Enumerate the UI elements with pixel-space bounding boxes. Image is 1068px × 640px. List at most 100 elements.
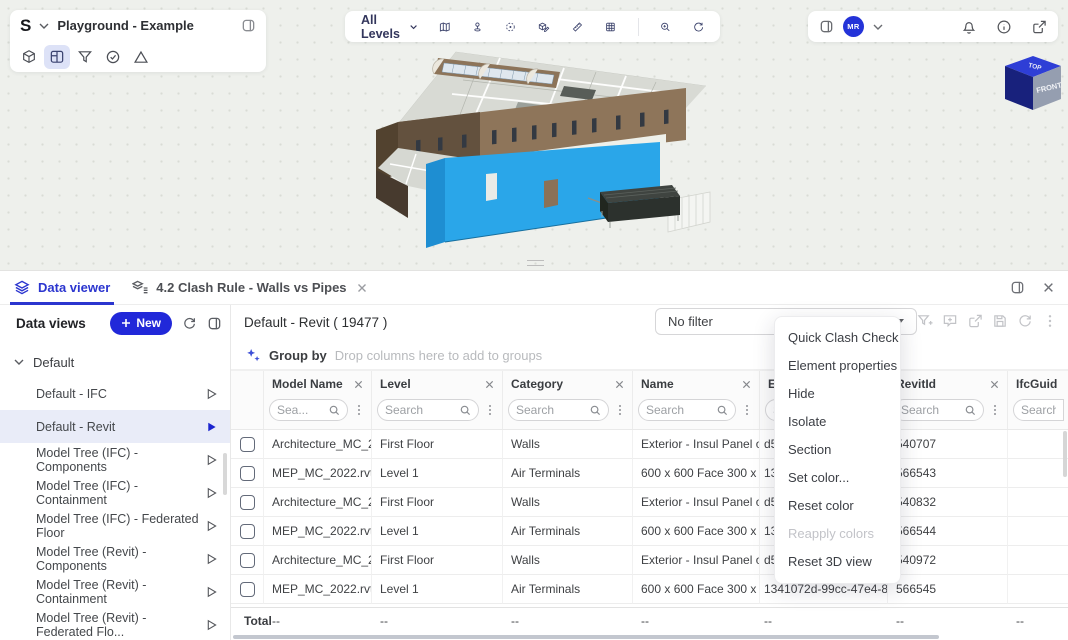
add-comment-icon[interactable] [942, 313, 958, 329]
column-search-input[interactable] [377, 399, 479, 421]
menu-item-isolate[interactable]: Isolate [775, 408, 900, 436]
collapse-sidebar-icon[interactable] [207, 316, 222, 331]
row-checkbox[interactable] [231, 488, 264, 517]
map-icon[interactable] [439, 19, 451, 35]
reset-view-icon[interactable] [693, 19, 704, 35]
triangle-tool-button[interactable] [128, 45, 154, 69]
sidebar-item-tree-ifc-containment[interactable]: Model Tree (IFC) - Containment [0, 476, 230, 509]
refresh-icon[interactable] [1017, 313, 1033, 329]
refresh-views-icon[interactable] [182, 316, 197, 331]
play-icon[interactable] [206, 619, 217, 631]
play-icon-active[interactable] [206, 421, 217, 433]
table-row[interactable]: MEP_MC_2022.rvt Level 1 Air Terminals 60… [231, 575, 1068, 604]
tree-group-default[interactable]: Default [0, 347, 230, 377]
avatar[interactable]: MR [843, 16, 864, 37]
row-checkbox[interactable] [231, 459, 264, 488]
column-menu-icon[interactable] [479, 404, 498, 416]
share-icon[interactable] [1031, 19, 1047, 35]
panel-toggle-icon[interactable] [1010, 280, 1025, 295]
sidebar-item-default-revit[interactable]: Default - Revit [0, 410, 230, 443]
sidebar-item-tree-ifc-components[interactable]: Model Tree (IFC) - Components [0, 443, 230, 476]
remove-column-icon[interactable] [485, 380, 494, 389]
sidebar-item-tree-ifc-federated[interactable]: Model Tree (IFC) - Federated Floor [0, 509, 230, 542]
column-header-category[interactable]: Category [503, 371, 633, 397]
column-header-level[interactable]: Level [372, 371, 503, 397]
play-icon[interactable] [206, 520, 217, 532]
row-checkbox[interactable] [231, 517, 264, 546]
table-row[interactable]: MEP_MC_2022.rvt Level 1 Air Terminals 60… [231, 459, 1068, 488]
column-search-input[interactable] [893, 399, 984, 421]
column-menu-icon[interactable] [348, 404, 367, 416]
menu-item-reset-3d-view[interactable]: Reset 3D view [775, 548, 900, 576]
column-menu-icon[interactable] [736, 404, 755, 416]
menu-item-hide[interactable]: Hide [775, 380, 900, 408]
navigation-cube[interactable]: TOP FRONT [1002, 54, 1068, 116]
info-icon[interactable] [996, 19, 1012, 35]
menu-item-set-color[interactable]: Set color... [775, 464, 900, 492]
sidebar-item-tree-revit-containment[interactable]: Model Tree (Revit) - Containment [0, 575, 230, 608]
add-filter-icon[interactable] [917, 313, 933, 329]
tab-clash-rule[interactable]: 4.2 Clash Rule - Walls vs Pipes [128, 271, 370, 304]
panel-toggle-icon[interactable] [241, 18, 256, 33]
close-panel-icon[interactable] [1043, 282, 1054, 293]
menu-item-quick-clash-check[interactable]: Quick Clash Check [775, 324, 900, 352]
play-icon[interactable] [206, 454, 217, 466]
play-icon[interactable] [206, 586, 217, 598]
row-checkbox[interactable] [231, 546, 264, 575]
cube-tool-button[interactable] [16, 45, 42, 69]
column-search-input[interactable] [269, 399, 348, 421]
remove-column-icon[interactable] [354, 380, 363, 389]
column-header-model-name[interactable]: Model Name [264, 371, 372, 397]
panel-resize-handle[interactable] [527, 260, 544, 266]
horizontal-scrollbar[interactable] [233, 635, 939, 639]
row-checkbox[interactable] [231, 575, 264, 604]
levels-dropdown[interactable]: All Levels [361, 13, 417, 41]
column-search-input[interactable] [638, 399, 736, 421]
focus-icon[interactable] [505, 19, 516, 35]
remove-column-icon[interactable] [990, 380, 999, 389]
section-panel-button[interactable] [44, 45, 70, 69]
kebab-menu-icon[interactable] [1042, 313, 1058, 329]
column-menu-icon[interactable] [609, 404, 628, 416]
menu-item-section[interactable]: Section [775, 436, 900, 464]
save-icon[interactable] [992, 313, 1008, 329]
sidebar-scrollbar[interactable] [223, 453, 227, 495]
remove-column-icon[interactable] [615, 380, 624, 389]
play-icon[interactable] [206, 388, 217, 400]
column-menu-icon[interactable] [984, 404, 1003, 416]
bell-icon[interactable] [961, 19, 977, 35]
column-search-input[interactable] [508, 399, 609, 421]
vertical-scrollbar[interactable] [1063, 431, 1067, 477]
filter-tool-button[interactable] [72, 45, 98, 69]
column-header-revitid[interactable]: RevitId [888, 371, 1008, 397]
sidebar-item-default-ifc[interactable]: Default - IFC [0, 377, 230, 410]
sidebar-item-tree-revit-federated[interactable]: Model Tree (Revit) - Federated Flo... [0, 608, 230, 640]
table-row[interactable]: Architecture_MC_2022.rvt First Floor Wal… [231, 546, 1068, 575]
ruler-icon[interactable] [572, 19, 583, 35]
chevron-down-icon[interactable] [873, 24, 883, 30]
export-icon[interactable] [967, 313, 983, 329]
grid-table-icon[interactable] [605, 19, 616, 35]
cube-edit-icon[interactable] [538, 19, 550, 35]
column-header-ifcguid[interactable]: IfcGuid [1008, 371, 1068, 397]
tab-data-viewer[interactable]: Data viewer [10, 271, 114, 304]
table-row[interactable]: Architecture_MC_2022.rvt First Floor Wal… [231, 488, 1068, 517]
menu-item-element-properties[interactable]: Element properties [775, 352, 900, 380]
zoom-area-icon[interactable] [660, 19, 671, 35]
row-checkbox[interactable] [231, 430, 264, 459]
validate-tool-button[interactable] [100, 45, 126, 69]
menu-item-reset-color[interactable]: Reset color [775, 492, 900, 520]
table-row[interactable]: MEP_MC_2022.rvt Level 1 Air Terminals 60… [231, 517, 1068, 546]
panel-toggle-icon[interactable] [819, 19, 834, 34]
placement-pin-icon[interactable] [472, 19, 483, 35]
new-view-button[interactable]: New [110, 312, 172, 335]
sidebar-item-tree-revit-components[interactable]: Model Tree (Revit) - Components [0, 542, 230, 575]
group-by-bar[interactable]: Group by Drop columns here to add to gro… [231, 341, 1068, 370]
app-logo[interactable]: S [20, 16, 31, 36]
column-header-name[interactable]: Name [633, 371, 760, 397]
play-icon[interactable] [206, 553, 217, 565]
remove-column-icon[interactable] [742, 380, 751, 389]
3d-viewport[interactable]: S Playground - Example [0, 0, 1068, 270]
column-search-input[interactable] [1013, 399, 1064, 421]
play-icon[interactable] [206, 487, 217, 499]
